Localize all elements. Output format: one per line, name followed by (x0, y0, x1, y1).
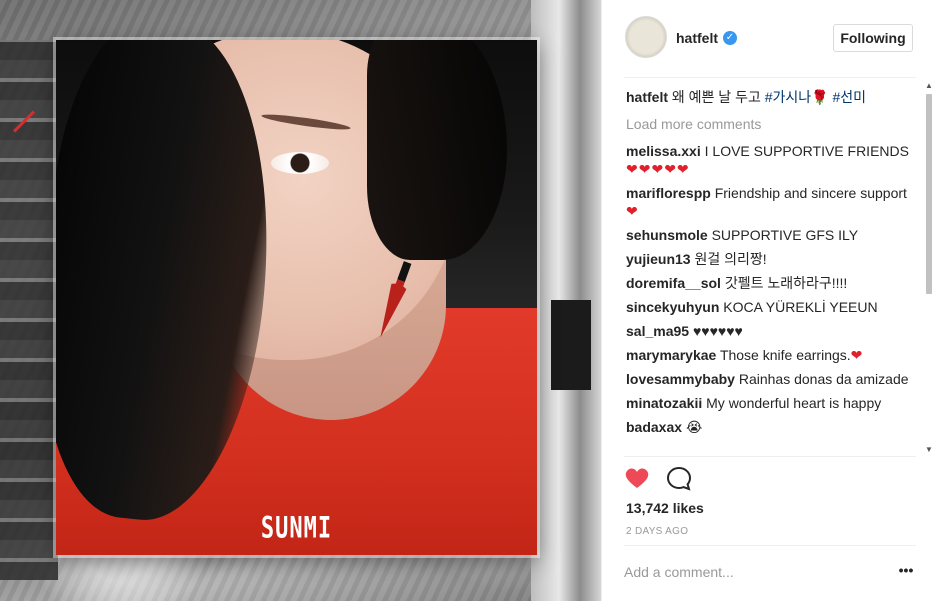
comment-bubble-icon (666, 466, 692, 491)
comment-username[interactable]: yujieun13 (626, 251, 691, 267)
post-photo[interactable]: SUNMI (0, 0, 601, 601)
add-comment-input[interactable] (624, 560, 884, 584)
comment-text: KOCA YÜREKLİ YEEUN (723, 299, 878, 315)
actions-divider (624, 456, 916, 457)
post-timestamp[interactable]: 2 DAYS AGO (626, 526, 688, 537)
comment-row: sal_ma95 ♥♥♥♥♥♥ (626, 322, 916, 340)
comment-heart-emoji: ❤❤❤❤❤ (626, 161, 690, 177)
header-divider (624, 77, 916, 78)
comment-row: badaxax 😭 (626, 418, 916, 436)
photo-collage-strip-left (0, 40, 58, 580)
comments-scrollbar[interactable]: ▲ ▼ (922, 80, 936, 456)
comment-items: melissa.xxi I LOVE SUPPORTIVE FRIENDS ❤❤❤… (626, 142, 916, 436)
comment-username[interactable]: doremifa__sol (626, 275, 721, 291)
heart-filled-icon (625, 468, 649, 488)
hair-right (367, 40, 507, 260)
comment-text: 원걸 의리짱! (694, 251, 767, 267)
comment-username[interactable]: sincekyuhyun (626, 299, 719, 315)
avatar[interactable] (625, 16, 667, 58)
photo-collage-dark-block (551, 300, 591, 390)
like-button[interactable] (624, 466, 654, 494)
comment-username[interactable]: melissa.xxi (626, 143, 701, 159)
load-more-comments-link[interactable]: Load more comments (626, 115, 916, 133)
comment-row: lovesammybaby Rainhas donas da amizade (626, 370, 916, 388)
comment-row: sincekyuhyun KOCA YÜREKLİ YEEUN (626, 298, 916, 316)
comment-text: SUPPORTIVE GFS ILY (711, 227, 859, 243)
scroll-down-arrow-icon[interactable]: ▼ (925, 446, 933, 454)
comment-row: mariflorespp Friendship and sincere supp… (626, 184, 916, 220)
caption: hatfelt 왜 예쁜 날 두고 #가시나🌹 #선미 (626, 88, 916, 106)
comment-text: ♥♥♥♥♥♥ (692, 323, 743, 339)
comment-username[interactable]: sal_ma95 (626, 323, 689, 339)
comment-heart-emoji: ❤ (626, 203, 639, 219)
comment-username[interactable]: mariflorespp (626, 185, 711, 201)
post-sidebar: hatfelt ✓ Following hatfelt 왜 예쁜 날 두고 #가… (601, 0, 937, 601)
comment-heart-emoji: ❤ (850, 347, 864, 363)
comment-row: sehunsmole SUPPORTIVE GFS ILY (626, 226, 916, 244)
comment-row: doremifa__sol 갓펠트 노래하라구!!!! (626, 274, 916, 292)
hashtag-link[interactable]: #선미 (829, 89, 866, 105)
following-button[interactable]: Following (833, 24, 913, 52)
comment-text: Rainhas donas da amizade (738, 371, 909, 387)
comment-row: melissa.xxi I LOVE SUPPORTIVE FRIENDS ❤❤❤… (626, 142, 916, 178)
album-logo: SUNMI (260, 511, 333, 546)
comment-username[interactable]: lovesammybaby (626, 371, 735, 387)
comment-row: marymarykae Those knife earrings.❤ (626, 346, 916, 364)
comment-text: 갓펠트 노래하라구!!!! (724, 275, 848, 291)
comment-text: I LOVE SUPPORTIVE FRIENDS (704, 143, 909, 159)
verified-badge-icon: ✓ (723, 31, 737, 45)
likes-count[interactable]: 13,742 likes (626, 500, 704, 516)
caption-text: 왜 예쁜 날 두고 (671, 89, 765, 105)
comment-button[interactable] (666, 466, 696, 494)
header-username[interactable]: hatfelt (676, 30, 718, 46)
comment-text: Those knife earrings. (719, 347, 851, 363)
scrollbar-thumb[interactable] (926, 94, 932, 294)
comment-username[interactable]: sehunsmole (626, 227, 708, 243)
comment-input-divider (624, 545, 916, 546)
eye (271, 152, 329, 174)
post-actions (624, 466, 916, 496)
scroll-up-arrow-icon[interactable]: ▲ (925, 82, 933, 90)
hashtag-link[interactable]: #가시나🌹 (765, 89, 829, 105)
comment-username[interactable]: marymarykae (626, 347, 716, 363)
comment-username[interactable]: minatozakii (626, 395, 702, 411)
more-options-button[interactable]: ••• (896, 563, 916, 579)
comment-text: My wonderful heart is happy (706, 395, 882, 411)
comment-username[interactable]: badaxax (626, 419, 682, 435)
comment-text: Friendship and sincere support (714, 185, 907, 201)
comment-text: 😭 (685, 419, 703, 435)
post-header: hatfelt ✓ Following (602, 0, 937, 77)
comments-list[interactable]: hatfelt 왜 예쁜 날 두고 #가시나🌹 #선미 Load more co… (626, 88, 916, 454)
album-cover: SUNMI (56, 40, 537, 555)
comment-row: minatozakii My wonderful heart is happy (626, 394, 916, 412)
caption-username[interactable]: hatfelt (626, 89, 668, 105)
comment-row: yujieun13 원걸 의리짱! (626, 250, 916, 268)
